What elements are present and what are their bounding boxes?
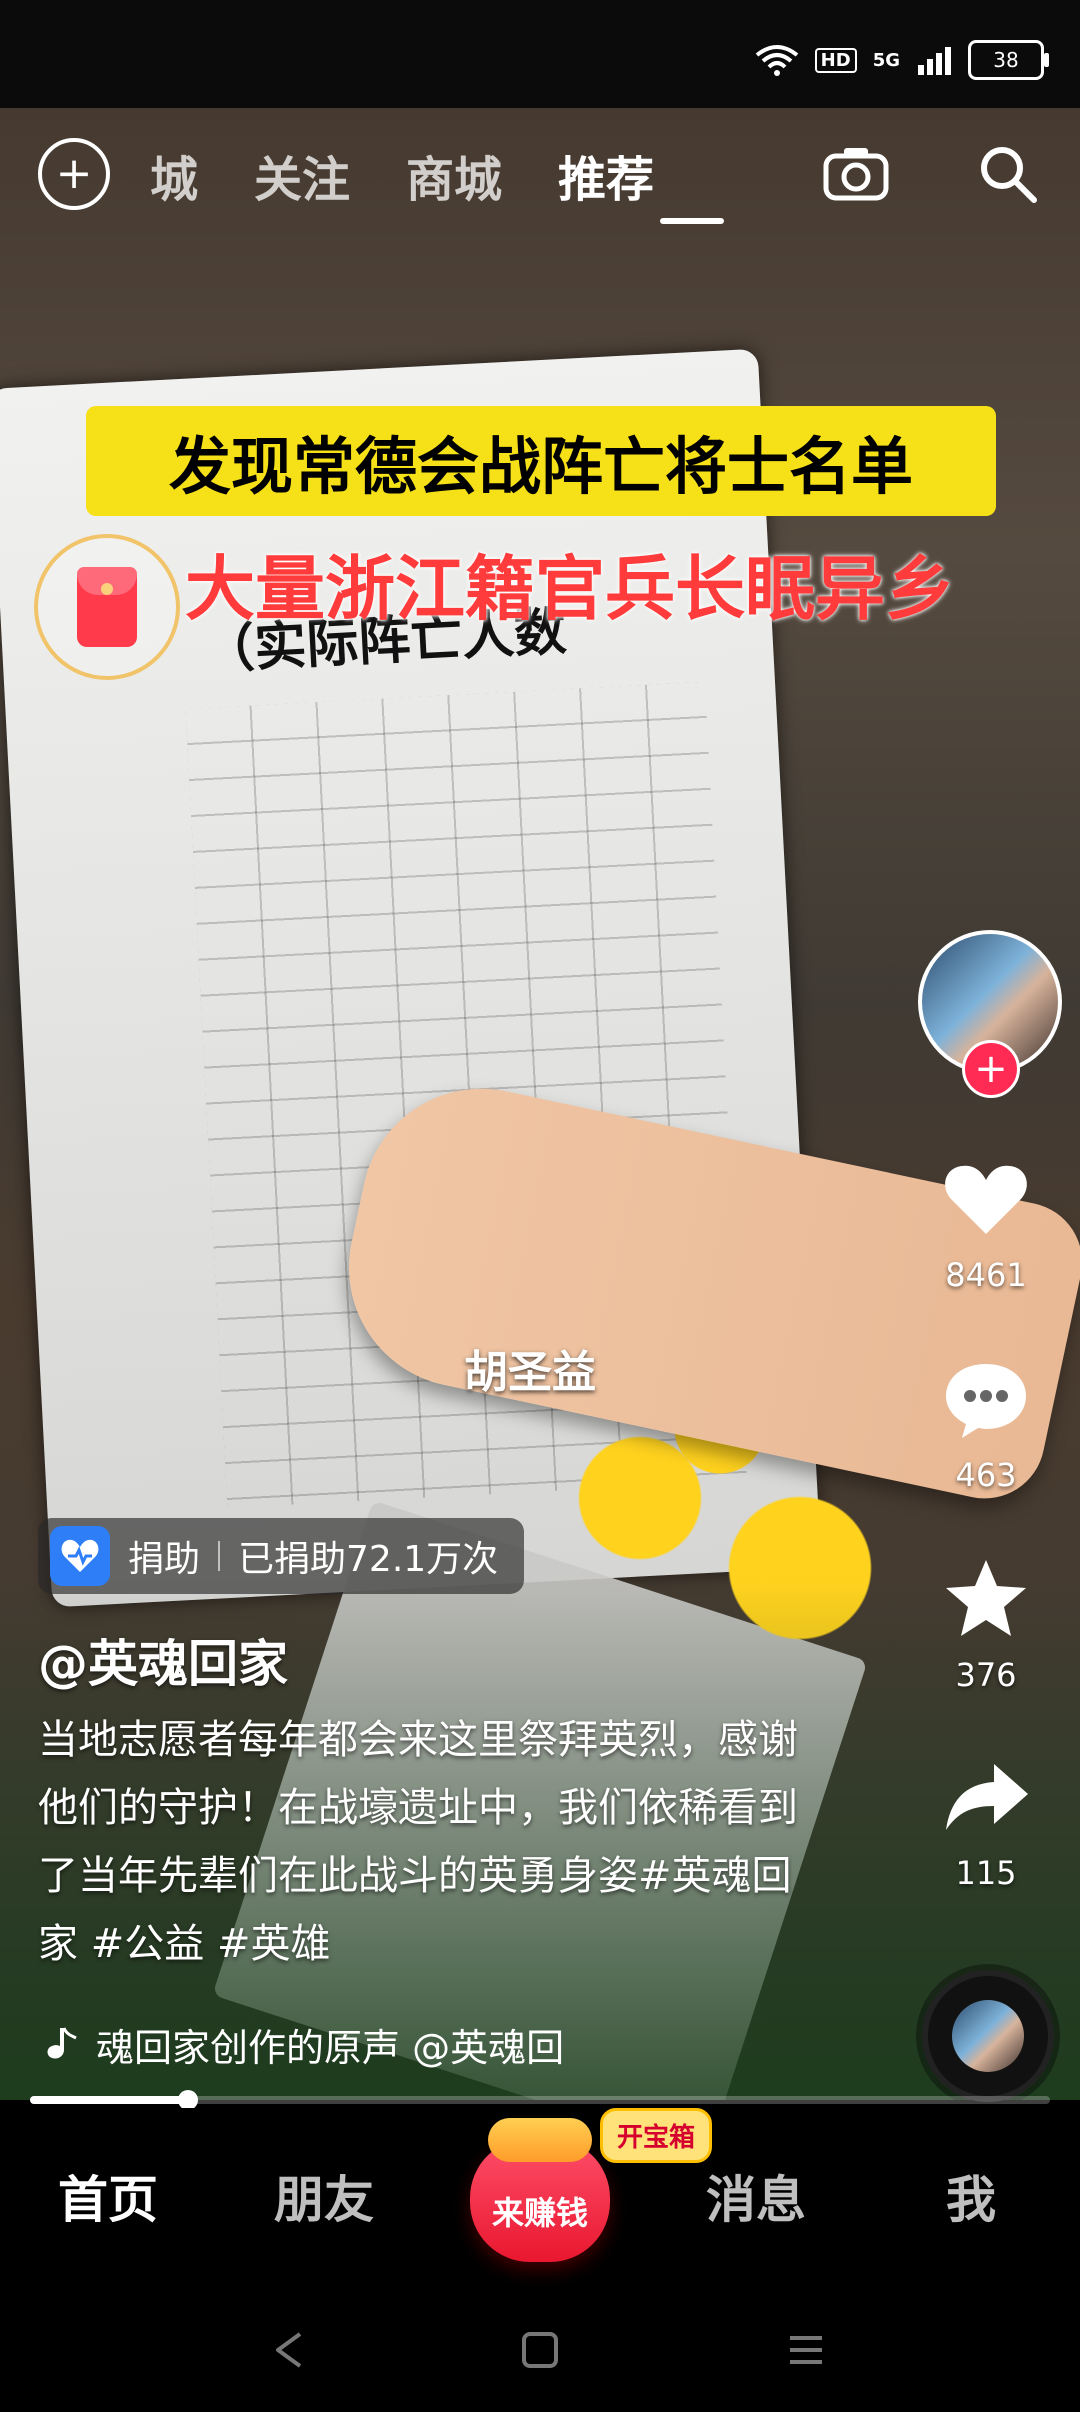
network-type: 5G xyxy=(872,49,900,71)
favorite-count: 376 xyxy=(955,1656,1017,1694)
video-progress-fill xyxy=(30,2096,189,2104)
like-count: 8461 xyxy=(945,1256,1027,1294)
active-tab-indicator xyxy=(660,218,724,224)
like-action[interactable]: 8461 xyxy=(918,1150,1054,1294)
share-action[interactable]: 115 xyxy=(918,1748,1054,1892)
donation-label: 捐助 xyxy=(128,1539,201,1580)
recents-icon[interactable] xyxy=(784,2328,828,2372)
search-icon[interactable] xyxy=(976,142,1040,206)
nav-home[interactable]: 首页 xyxy=(58,2160,158,2232)
back-icon[interactable] xyxy=(268,2328,312,2372)
money-bag-top xyxy=(488,2118,592,2162)
donation-pill[interactable]: 捐助 已捐助72.1万次 xyxy=(38,1518,525,1594)
battery-level: 38 xyxy=(993,48,1019,72)
battery-indicator: 38 xyxy=(968,40,1049,80)
red-packet-icon xyxy=(77,567,137,647)
music-disc-cover xyxy=(952,2000,1024,2072)
post-description: 当地志愿者每年都会来这里祭拜英烈，感谢他们的守护！在战壕遗址中，我们依稀看到了当… xyxy=(38,1717,798,1967)
heart-donation-icon xyxy=(50,1526,110,1586)
wifi-icon xyxy=(755,45,798,76)
share-count: 115 xyxy=(955,1854,1017,1892)
signal-icon xyxy=(918,47,951,75)
video-progress-knob[interactable] xyxy=(178,2090,199,2110)
music-info[interactable]: 魂回家创作的原声 @英魂回 xyxy=(38,2016,638,2072)
tab-recommend[interactable]: 推荐 xyxy=(558,140,654,210)
music-text: 魂回家创作的原声 @英魂回 xyxy=(96,2025,565,2070)
status-bar: HD 5G 38 xyxy=(0,0,1080,108)
top-tabs: 城 关注 商城 推荐 xyxy=(150,140,654,210)
donation-divider xyxy=(218,1541,221,1571)
earn-label: 来赚钱 xyxy=(491,2194,588,2232)
nav-me[interactable]: 我 xyxy=(946,2160,996,2232)
status-icons: HD 5G 38 xyxy=(755,40,1049,80)
follow-button[interactable]: + xyxy=(962,1040,1020,1098)
add-icon[interactable]: + xyxy=(38,138,110,210)
video-progress[interactable] xyxy=(30,2090,1050,2110)
favorite-action[interactable]: 376 xyxy=(918,1550,1054,1694)
tab-mall[interactable]: 商城 xyxy=(406,140,502,210)
donation-count: 已捐助72.1万次 xyxy=(238,1539,499,1580)
video-caption-red: 大量浙江籍官兵长眠异乡 xyxy=(185,547,955,630)
star-icon xyxy=(946,1560,1026,1636)
nav-messages[interactable]: 消息 xyxy=(706,2160,806,2232)
nav-friends[interactable]: 朋友 xyxy=(274,2160,374,2232)
tab-following[interactable]: 关注 xyxy=(254,140,350,210)
camera-icon[interactable] xyxy=(820,142,892,204)
red-packet-button[interactable] xyxy=(34,534,180,680)
video-caption-yellow: 发现常德会战阵亡将士名单 xyxy=(86,406,996,516)
heart-icon xyxy=(945,1165,1027,1234)
author-name[interactable]: @英魂回家 xyxy=(38,1624,288,1696)
music-note-icon xyxy=(47,2027,77,2059)
music-disc[interactable] xyxy=(922,1970,1054,2102)
comment-action[interactable]: 463 xyxy=(918,1350,1054,1494)
video-overlay-name: 胡圣益 xyxy=(464,1347,596,1398)
share-icon xyxy=(946,1764,1028,1830)
hd-badge: HD xyxy=(814,47,857,73)
treasure-badge[interactable]: 开宝箱 xyxy=(600,2108,713,2163)
earn-button[interactable]: 来赚钱 xyxy=(470,2118,610,2268)
comment-icon xyxy=(946,1364,1026,1438)
home-icon[interactable] xyxy=(518,2328,562,2372)
comment-count: 463 xyxy=(955,1456,1017,1494)
tab-city[interactable]: 城 xyxy=(150,140,198,210)
